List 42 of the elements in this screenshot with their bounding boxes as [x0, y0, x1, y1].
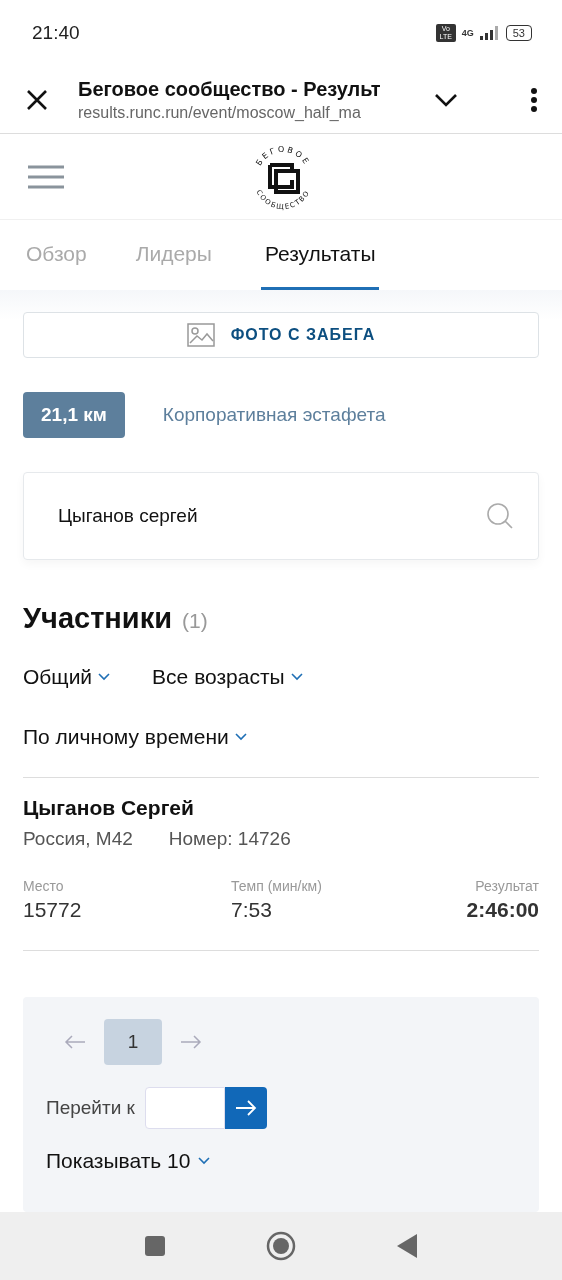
- chevron-down-icon: [290, 673, 303, 681]
- stat-value: 2:46:00: [466, 898, 539, 922]
- stat-label: Результат: [475, 878, 539, 894]
- page-input[interactable]: [144, 1087, 225, 1129]
- page-button[interactable]: 1: [104, 1019, 162, 1065]
- stat-value: 15772: [23, 898, 83, 922]
- menu-icon[interactable]: [28, 164, 64, 189]
- photo-button[interactable]: ФОТО С ЗАБЕГА: [23, 312, 539, 358]
- chevron-down-icon: [234, 733, 247, 741]
- status-time: 21:40: [32, 22, 80, 44]
- distance-tab[interactable]: 21,1 км: [23, 392, 125, 438]
- distance-tab[interactable]: Корпоративная эстафета: [162, 392, 386, 438]
- go-button[interactable]: [224, 1087, 267, 1129]
- participant-name[interactable]: Цыганов Сергей: [23, 796, 539, 820]
- image-icon: [186, 323, 215, 347]
- close-icon[interactable]: [26, 88, 48, 111]
- bib-number: Номер: 14726: [168, 828, 291, 850]
- page-url: results.runc.run/event/moscow_half_ma: [78, 103, 362, 122]
- home-icon[interactable]: [266, 1231, 296, 1261]
- chevron-down-icon[interactable]: [434, 92, 458, 107]
- country-group: Россия, М42: [23, 828, 133, 850]
- page-title: Беговое сообщество - Результ: [78, 77, 382, 101]
- signal-icon: [479, 26, 500, 40]
- stat-label: Место: [23, 878, 65, 894]
- participant-count: (1): [182, 609, 208, 633]
- search-field[interactable]: Цыганов сергей: [23, 472, 539, 560]
- network-type: 4G: [461, 28, 474, 38]
- page-size-dropdown[interactable]: Показывать 10: [46, 1149, 211, 1173]
- filter-dropdown[interactable]: Общий: [23, 647, 111, 707]
- filter-dropdown[interactable]: Все возрасты: [152, 647, 303, 707]
- chevron-down-icon: [198, 1157, 211, 1165]
- stat-value: 7:53: [231, 898, 273, 922]
- arrow-right-icon: [234, 1100, 257, 1116]
- more-icon[interactable]: [530, 87, 538, 112]
- chevron-down-icon: [98, 673, 111, 681]
- section-title: Участники: [23, 602, 173, 635]
- back-icon[interactable]: [396, 1233, 418, 1259]
- battery-icon: 53: [505, 25, 532, 41]
- filter-dropdown[interactable]: По личному времени: [23, 707, 539, 767]
- stat-label: Темп (мин/км): [231, 878, 323, 894]
- recents-icon[interactable]: [144, 1235, 166, 1257]
- goto-label: Перейти к: [46, 1097, 135, 1119]
